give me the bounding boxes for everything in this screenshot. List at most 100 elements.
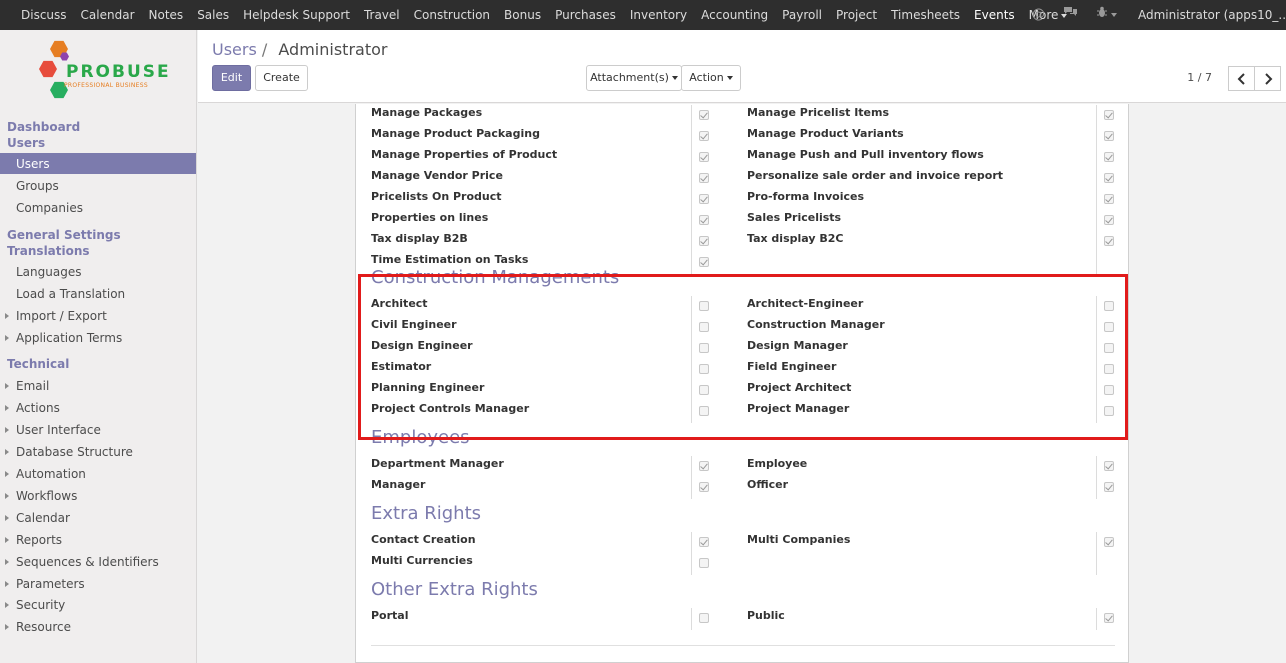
checkbox[interactable] [1104, 215, 1114, 225]
sidebar-item-companies[interactable]: Companies [16, 201, 83, 215]
user-menu[interactable]: Administrator (apps10_... [1126, 0, 1286, 30]
field-label: Design Manager [747, 339, 848, 352]
column-divider [1096, 401, 1097, 423]
sidebar-technical[interactable]: Technical [7, 357, 69, 371]
topmenu-item-discuss[interactable]: Discuss [14, 0, 74, 30]
checkbox[interactable] [1104, 364, 1114, 374]
topmenu-item-travel[interactable]: Travel [357, 0, 407, 30]
action-dropdown[interactable]: Action [681, 65, 741, 91]
topmenu-item-calendar[interactable]: Calendar [74, 0, 142, 30]
checkbox[interactable] [699, 301, 709, 311]
checkbox[interactable] [699, 194, 709, 204]
checkbox[interactable] [699, 482, 709, 492]
checkbox[interactable] [1104, 406, 1114, 416]
checkbox[interactable] [1104, 194, 1114, 204]
sidebar-dashboard[interactable]: Dashboard [7, 120, 80, 134]
bug-icon[interactable] [1087, 0, 1126, 30]
pager-previous-button[interactable] [1228, 66, 1255, 91]
sidebar-item-email[interactable]: Email [4, 379, 49, 393]
field-label: Manage Product Packaging [371, 127, 540, 140]
checkbox[interactable] [699, 322, 709, 332]
sidebar-item-reports[interactable]: Reports [4, 533, 62, 547]
at-mention-icon[interactable]: @ [1023, 0, 1054, 30]
sidebar-item-user-interface[interactable]: User Interface [5, 423, 101, 437]
checkbox[interactable] [1104, 482, 1114, 492]
sidebar-item-parameters[interactable]: Parameters [5, 577, 85, 591]
checkbox[interactable] [1104, 131, 1114, 141]
field-label: Multi Companies [747, 533, 851, 546]
breadcrumb-users-link[interactable]: Users [212, 40, 257, 59]
sidebar-item-security[interactable]: Security [4, 598, 65, 612]
checkbox[interactable] [1104, 461, 1114, 471]
pager-value[interactable]: 1 / 7 [1187, 71, 1212, 84]
topmenu-item-payroll[interactable]: Payroll [775, 0, 829, 30]
checkbox[interactable] [699, 385, 709, 395]
column-divider [1096, 296, 1097, 318]
sidebar-translations[interactable]: Translations [7, 244, 90, 258]
checkbox[interactable] [699, 537, 709, 547]
sidebar-item-groups[interactable]: Groups [16, 179, 59, 193]
sidebar-item-database-structure[interactable]: Database Structure [5, 445, 133, 459]
chevron-right-icon [1265, 73, 1273, 85]
field-label: Tax display B2B [371, 232, 468, 245]
sidebar-item-users[interactable]: Users [0, 153, 196, 174]
sidebar-item-import-export[interactable]: Import / Export [5, 309, 107, 323]
chat-icon[interactable] [1054, 0, 1087, 30]
sidebar-item-application-terms[interactable]: Application Terms [4, 331, 122, 345]
sidebar-item-languages[interactable]: Languages [16, 265, 81, 279]
topmenu-item-bonus[interactable]: Bonus [497, 0, 548, 30]
sidebar-item-resource[interactable]: Resource [4, 620, 71, 634]
sidebar-item-automation[interactable]: Automation [5, 467, 86, 481]
checkbox[interactable] [699, 131, 709, 141]
column-divider [691, 477, 692, 499]
column-divider [691, 553, 692, 575]
topmenu-item-notes[interactable]: Notes [142, 0, 191, 30]
checkbox[interactable] [1104, 322, 1114, 332]
field-label: Personalize sale order and invoice repor… [747, 169, 1004, 182]
sidebar-item-load-translation[interactable]: Load a Translation [16, 287, 125, 301]
sidebar-general-settings[interactable]: General Settings [7, 228, 121, 242]
checkbox[interactable] [699, 613, 709, 623]
checkbox[interactable] [699, 406, 709, 416]
checkbox[interactable] [1104, 537, 1114, 547]
topmenu-item-purchases[interactable]: Purchases [548, 0, 623, 30]
checkbox[interactable] [699, 110, 709, 120]
edit-button[interactable]: Edit [212, 65, 251, 91]
checkbox[interactable] [699, 364, 709, 374]
checkbox[interactable] [699, 558, 709, 568]
checkbox[interactable] [699, 173, 709, 183]
checkbox[interactable] [1104, 110, 1114, 120]
checkbox[interactable] [1104, 236, 1114, 246]
pager-next-button[interactable] [1254, 66, 1281, 91]
checkbox[interactable] [699, 461, 709, 471]
checkbox[interactable] [699, 257, 709, 267]
sidebar-item-workflows[interactable]: Workflows [4, 489, 77, 503]
checkbox[interactable] [1104, 152, 1114, 162]
topmenu-item-accounting[interactable]: Accounting [694, 0, 775, 30]
topmenu-item-events[interactable]: Events [967, 0, 1022, 30]
topmenu-item-project[interactable]: Project [829, 0, 884, 30]
chevron-left-icon [1237, 73, 1245, 85]
topmenu-item-construction[interactable]: Construction [407, 0, 497, 30]
separator [371, 645, 1115, 646]
sidebar-item-sequences-identifiers[interactable]: Sequences & Identifiers [5, 555, 159, 569]
sidebar-item-calendar[interactable]: Calendar [5, 511, 70, 525]
attachments-dropdown[interactable]: Attachment(s) [586, 65, 682, 91]
checkbox[interactable] [1104, 343, 1114, 353]
checkbox[interactable] [1104, 173, 1114, 183]
create-button[interactable]: Create [255, 65, 308, 91]
topmenu-item-inventory[interactable]: Inventory [623, 0, 694, 30]
topmenu-item-helpdesk-support[interactable]: Helpdesk Support [236, 0, 357, 30]
checkbox[interactable] [1104, 301, 1114, 311]
checkbox[interactable] [1104, 385, 1114, 395]
checkbox[interactable] [699, 215, 709, 225]
column-divider [691, 532, 692, 554]
sidebar-item-actions[interactable]: Actions [5, 401, 60, 415]
checkbox[interactable] [699, 152, 709, 162]
topmenu-item-sales[interactable]: Sales [190, 0, 236, 30]
sidebar-users-header[interactable]: Users [7, 136, 45, 150]
checkbox[interactable] [1104, 613, 1114, 623]
checkbox[interactable] [699, 236, 709, 246]
checkbox[interactable] [699, 343, 709, 353]
topmenu-item-timesheets[interactable]: Timesheets [884, 0, 967, 30]
